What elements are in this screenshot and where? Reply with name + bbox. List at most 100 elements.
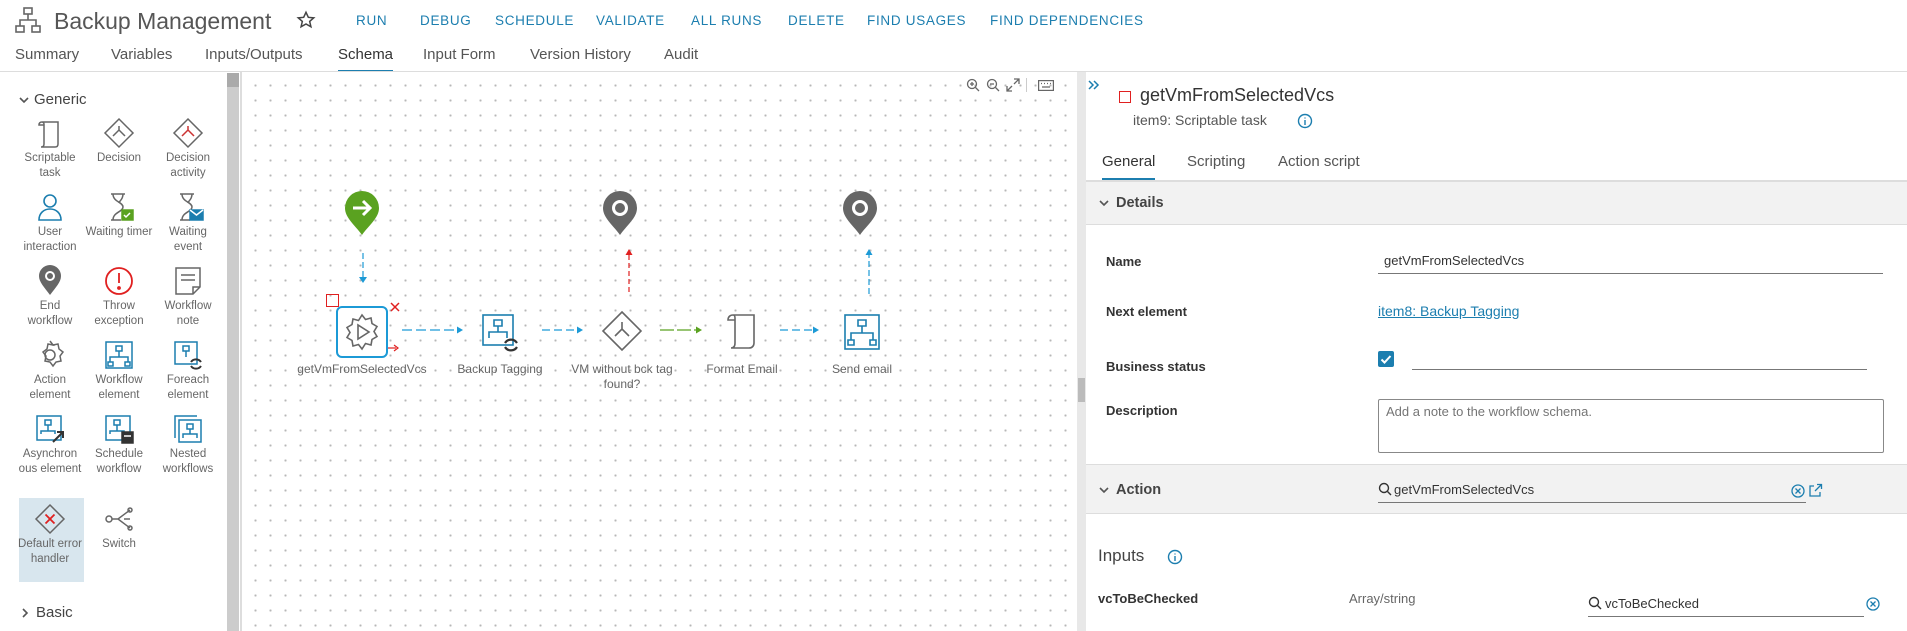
debug-button[interactable]: DEBUG <box>420 13 472 28</box>
default-error-handler-icon <box>33 502 67 536</box>
decision-icon <box>102 116 136 150</box>
scriptable-task-icon <box>727 314 755 349</box>
palette-item-waiting-event[interactable]: Waiting event <box>154 190 222 254</box>
palette-group-label: Basic <box>36 604 73 621</box>
star-icon[interactable] <box>296 10 316 30</box>
workflow-note-icon <box>171 264 205 298</box>
tab-action-script[interactable]: Action script <box>1278 153 1360 178</box>
palette-item-schedule-workflow[interactable]: Schedule workflow <box>85 412 153 476</box>
palette-group-generic[interactable]: Generic <box>18 91 87 108</box>
action-title: Action <box>1116 482 1162 498</box>
palette-item-nested-workflows[interactable]: Nested workflows <box>154 412 222 476</box>
collapse-panel-icon[interactable] <box>1087 78 1101 92</box>
tab-summary[interactable]: Summary <box>15 46 79 70</box>
workflow-hierarchy-icon <box>14 6 42 34</box>
tab-scripting[interactable]: Scripting <box>1187 153 1245 178</box>
workflow-node[interactable] <box>722 310 762 352</box>
tab-audit[interactable]: Audit <box>664 46 698 70</box>
waiting-event-icon <box>171 190 205 224</box>
end-workflow-icon <box>33 264 67 298</box>
palette-item-asynchronous-element[interactable]: Asynchron ous element <box>16 412 84 476</box>
page-title: Backup Management <box>54 8 272 34</box>
next-element-label: Next element <box>1106 304 1187 319</box>
input-value-field[interactable] <box>1605 592 1805 614</box>
business-status-field[interactable] <box>1412 369 1867 370</box>
next-element-link[interactable]: item8: Backup Tagging <box>1378 303 1519 319</box>
delete-node-icon[interactable] <box>390 302 400 312</box>
start-node[interactable] <box>342 190 382 236</box>
palette-group-label: Generic <box>34 91 87 108</box>
all-runs-button[interactable]: ALL RUNS <box>691 13 762 28</box>
info-icon[interactable] <box>1297 113 1313 129</box>
chevron-down-icon <box>1098 197 1110 209</box>
open-external-icon[interactable] <box>1808 483 1823 498</box>
palette-item-switch[interactable]: Switch <box>85 502 153 552</box>
palette-item-decision[interactable]: Decision <box>85 116 153 166</box>
element-title: getVmFromSelectedVcs <box>1140 85 1335 105</box>
palette-item-throw-exception[interactable]: Throw exception <box>85 264 153 328</box>
find-dependencies-button[interactable]: FIND DEPENDENCIES <box>990 13 1144 28</box>
inputs-title: Inputs <box>1098 546 1145 565</box>
decision-icon <box>601 310 643 352</box>
clear-icon[interactable] <box>1866 597 1880 611</box>
breakpoint-marker[interactable] <box>1119 91 1131 103</box>
palette-item-default-error-handler[interactable]: Default error handler <box>16 502 84 566</box>
checkmark-icon <box>1380 355 1392 364</box>
palette-item-action-element[interactable]: Action element <box>16 338 84 402</box>
palette-item-workflow-note[interactable]: Workflow note <box>154 264 222 328</box>
input-type: Array/string <box>1349 591 1416 606</box>
validate-button[interactable]: VALIDATE <box>596 13 665 28</box>
tab-variables[interactable]: Variables <box>111 46 172 70</box>
chevron-down-icon <box>18 94 30 106</box>
action-element-icon <box>345 313 379 351</box>
info-icon[interactable] <box>1167 549 1183 565</box>
throw-exception-icon <box>102 264 136 298</box>
tab-version-history[interactable]: Version History <box>530 46 631 70</box>
palette-item-workflow-element[interactable]: Workflow element <box>85 338 153 402</box>
palette-item-decision-activity[interactable]: Decision activity <box>154 116 222 180</box>
palette-item-waiting-timer[interactable]: Waiting timer <box>85 190 153 240</box>
clear-icon[interactable] <box>1791 484 1805 498</box>
palette-group-basic[interactable]: Basic <box>20 604 73 621</box>
details-section-header[interactable] <box>1086 181 1907 225</box>
action-search-input[interactable] <box>1394 478 1804 500</box>
foreach-element-icon <box>482 314 518 352</box>
panel-splitter[interactable] <box>1077 72 1086 631</box>
palette-item-end-workflow[interactable]: End workflow <box>16 264 84 328</box>
switch-icon <box>102 502 136 536</box>
schedule-button[interactable]: SCHEDULE <box>495 13 574 28</box>
name-label: Name <box>1106 254 1142 269</box>
end-node[interactable] <box>600 190 640 236</box>
element-subtitle: item9: Scriptable task <box>1133 112 1267 128</box>
tab-schema[interactable]: Schema <box>338 46 394 73</box>
end-node[interactable] <box>840 190 880 236</box>
workflow-node[interactable] <box>842 312 882 352</box>
workflow-node[interactable] <box>480 312 520 352</box>
description-label: Description <box>1106 403 1178 418</box>
name-field[interactable] <box>1378 248 1883 274</box>
run-button[interactable]: RUN <box>356 13 387 28</box>
action-element-icon <box>33 338 67 372</box>
splitter-handle[interactable] <box>1078 378 1085 402</box>
scriptable-task-icon <box>33 116 67 150</box>
tab-inputs-outputs[interactable]: Inputs/Outputs <box>205 46 303 70</box>
palette-item-scriptable-task[interactable]: Scriptable task <box>16 116 84 180</box>
find-usages-button[interactable]: FIND USAGES <box>867 13 966 28</box>
business-status-label: Business status <box>1106 359 1206 374</box>
node-label: Format Email <box>706 362 778 376</box>
chevron-down-icon <box>1098 484 1110 496</box>
palette-item-user-interaction[interactable]: User interaction <box>16 190 84 254</box>
business-status-checkbox[interactable] <box>1378 351 1394 367</box>
details-title: Details <box>1116 195 1164 211</box>
workflow-element-icon <box>102 338 136 372</box>
palette-scrollbar[interactable] <box>227 73 239 631</box>
description-textarea[interactable] <box>1378 399 1884 453</box>
tab-input-form[interactable]: Input Form <box>423 46 496 70</box>
decision-node[interactable] <box>601 310 643 352</box>
workflow-node[interactable] <box>336 306 388 358</box>
tab-general[interactable]: General <box>1102 153 1156 181</box>
palette-item-foreach-element[interactable]: Foreach element <box>154 338 222 402</box>
delete-button[interactable]: DELETE <box>788 13 845 28</box>
palette-scrollbar-thumb[interactable] <box>227 73 239 87</box>
breakpoint-marker[interactable] <box>326 294 339 307</box>
